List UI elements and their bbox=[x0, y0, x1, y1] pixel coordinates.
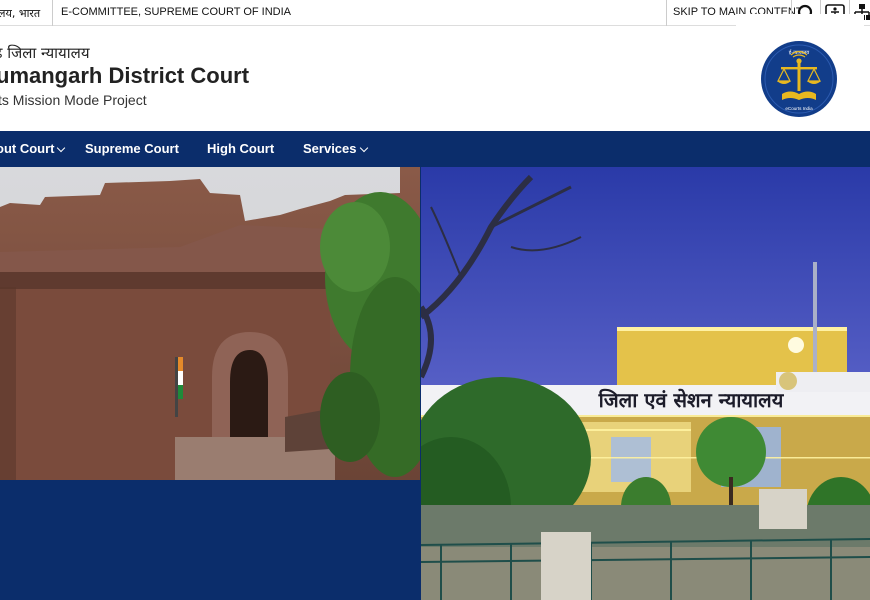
hindi-court-name: ढ़ जिला न्यायालय bbox=[0, 44, 90, 62]
divider bbox=[666, 0, 667, 26]
divider bbox=[52, 0, 53, 26]
nav-label: Services bbox=[303, 141, 357, 156]
nav-label: High Court bbox=[207, 141, 275, 156]
nav-supreme-court[interactable]: Supreme Court bbox=[85, 141, 179, 156]
court-name-title[interactable]: umangarh District Court bbox=[0, 63, 249, 89]
nav-high-court[interactable]: High Court bbox=[207, 141, 274, 156]
fort-photo bbox=[0, 167, 420, 480]
main-navigation: out Court Supreme Court High Court Servi… bbox=[0, 131, 870, 167]
nav-label: out Court bbox=[0, 141, 55, 156]
hindi-country-label: लय, भारत bbox=[0, 7, 41, 20]
court-building-photo: जिला एवं सेशन न्यायालय bbox=[421, 167, 870, 600]
nav-services[interactable]: Services bbox=[303, 141, 368, 156]
chevron-down-icon bbox=[359, 143, 368, 153]
ecourts-logo[interactable]: ई-न्यायालय eCourts India bbox=[760, 40, 838, 118]
nav-label: Supreme Court bbox=[85, 141, 179, 156]
hero-slider: जिला एवं सेशन न्यायालय bbox=[0, 167, 870, 600]
court-subtitle: ts Mission Mode Project bbox=[0, 92, 147, 108]
chevron-down-icon bbox=[57, 143, 66, 153]
court-sign-text: जिला एवं सेशन न्यायालय bbox=[598, 388, 785, 412]
ecommittee-link[interactable]: E-COMMITTEE, SUPREME COURT OF INDIA bbox=[61, 6, 291, 18]
nav-about-court[interactable]: out Court bbox=[0, 141, 66, 156]
logo-english-text: eCourts India bbox=[785, 106, 813, 111]
